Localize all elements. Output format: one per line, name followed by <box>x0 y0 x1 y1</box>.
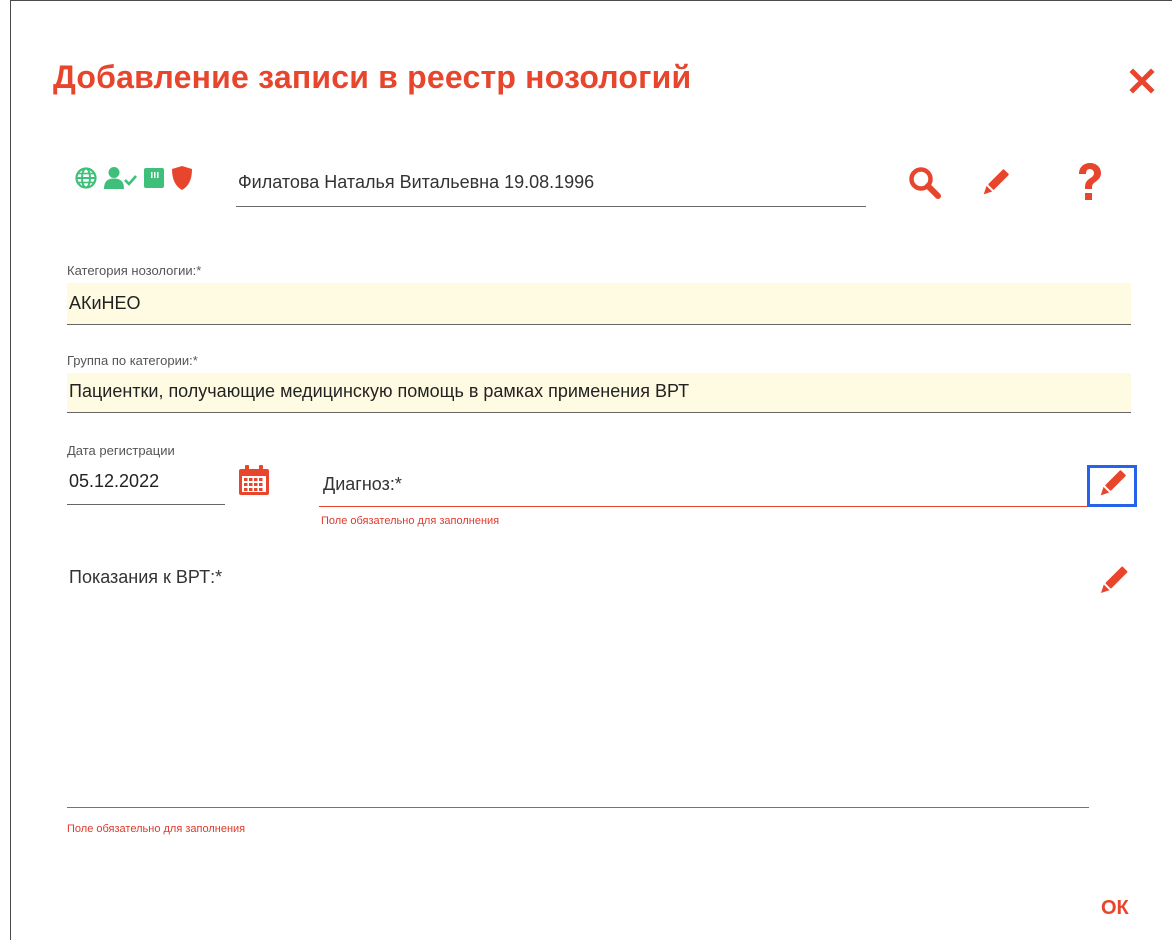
globe-icon <box>75 166 97 194</box>
dialog: Добавление записи в реестр нозологий Фил… <box>10 0 1172 940</box>
pencil-icon <box>1093 566 1133 605</box>
registration-date-label: Дата регистрации <box>67 443 175 458</box>
group-value: Пациентки, получающие медицинскую помощь… <box>69 381 690 401</box>
category-field[interactable]: АКиНЕО <box>67 283 1131 325</box>
category-label: Категория нозологии:* <box>67 263 202 278</box>
indications-error: Поле обязательно для заполнения <box>67 823 246 835</box>
shield-icon <box>171 165 193 196</box>
registration-date-value: 05.12.2022 <box>69 471 160 491</box>
calendar-icon[interactable] <box>237 463 271 497</box>
patient-name: Филатова Наталья Витальевна 19.08.1996 <box>238 172 595 192</box>
ok-button[interactable]: ОК <box>1101 897 1129 920</box>
indications-field[interactable] <box>67 807 1089 808</box>
group-field[interactable]: Пациентки, получающие медицинскую помощь… <box>67 373 1131 413</box>
category-value: АКиНЕО <box>69 293 141 313</box>
indications-edit-button[interactable] <box>1093 561 1133 601</box>
diagnosis-label: Диагноз:* <box>323 474 402 494</box>
group-label: Группа по категории:* <box>67 353 198 368</box>
patient-field[interactable]: Филатова Наталья Витальевна 19.08.1996 <box>236 163 866 207</box>
diagnosis-field[interactable]: Диагноз:* <box>319 465 1087 507</box>
help-icon[interactable] <box>1071 161 1107 203</box>
pencil-icon[interactable] <box>977 165 1013 201</box>
diagnosis-edit-button[interactable] <box>1087 465 1137 507</box>
pencil-icon <box>1095 467 1129 506</box>
close-icon[interactable] <box>1126 65 1158 97</box>
search-icon[interactable] <box>907 165 943 201</box>
patient-status-icons <box>75 165 193 195</box>
diagnosis-error: Поле обязательно для заполнения <box>321 515 500 527</box>
user-check-icon <box>103 166 137 195</box>
card-icon <box>143 167 165 194</box>
registration-date-field[interactable]: 05.12.2022 <box>67 463 225 505</box>
dialog-title: Добавление записи в реестр нозологий <box>53 59 692 95</box>
indications-label: Показания к ВРТ:* <box>69 567 223 587</box>
